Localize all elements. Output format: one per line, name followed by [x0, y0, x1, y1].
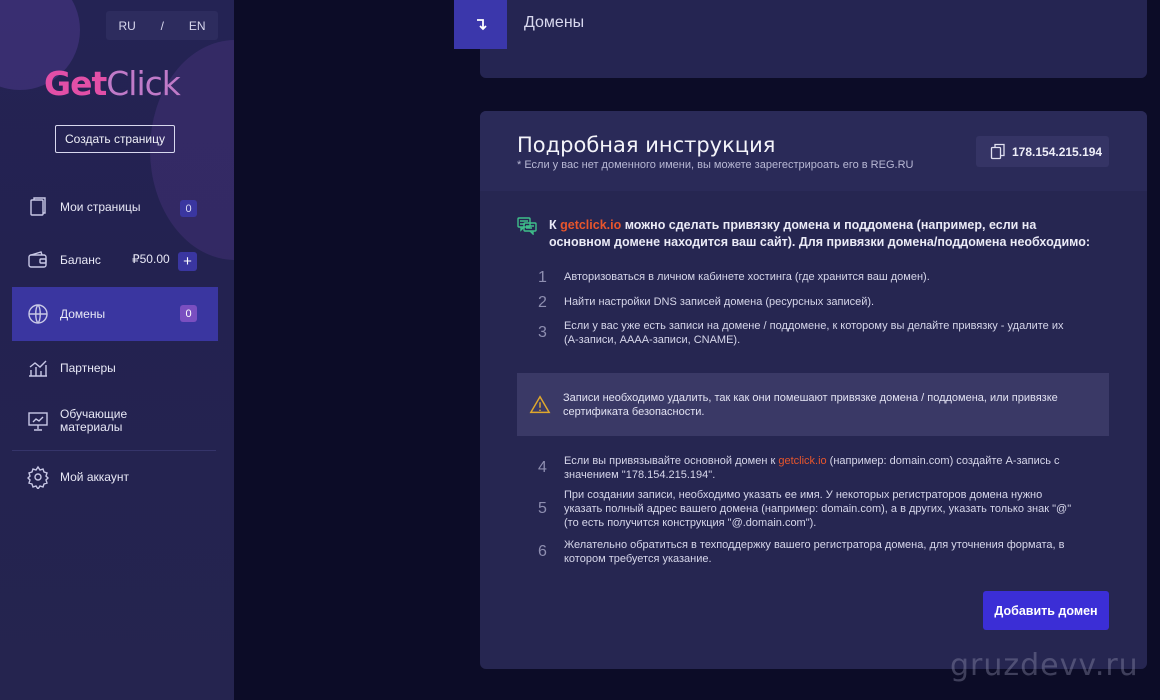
- sidebar-item-label: Партнеры: [60, 360, 116, 375]
- step-number: 5: [538, 500, 547, 517]
- sidebar-item-label: Домены: [60, 306, 106, 321]
- warning-box: Записи необходимо удалить, так как они п…: [517, 373, 1109, 436]
- add-balance-button[interactable]: +: [178, 252, 197, 271]
- step-text: Если у вас уже есть записи на домене / п…: [564, 320, 1064, 346]
- copy-icon: [990, 143, 1005, 160]
- lang-en-button[interactable]: EN: [189, 19, 206, 33]
- instruction-step: 5 При создании записи, необходимо указат…: [538, 488, 1078, 530]
- sidebar-item-domains[interactable]: Домены 0: [12, 287, 218, 341]
- intro-text: К getclick.io можно сделать привязку дом…: [517, 217, 1097, 251]
- getclick-link[interactable]: getclick.io: [560, 218, 621, 232]
- sidebar-item-label: Обучающие материалы: [60, 407, 128, 434]
- step-number: 4: [538, 459, 547, 476]
- globe-icon: [28, 304, 48, 324]
- chat-icon: [517, 217, 537, 235]
- step-text: Авторизоваться в личном кабинете хостинг…: [564, 271, 930, 283]
- pages-icon: [30, 197, 46, 216]
- domains-count-badge: 0: [180, 305, 197, 322]
- page-title: Домены: [524, 14, 585, 31]
- card-title: Подробная инструкция: [517, 133, 776, 157]
- watermark: gruzdevv.ru: [950, 648, 1139, 683]
- partners-chart-icon: [29, 360, 47, 377]
- gear-icon: [27, 465, 49, 489]
- turn-down-arrow-icon: [476, 18, 487, 30]
- domains-header: Домены: [454, 0, 1147, 49]
- instruction-step: 6 Желательно обратиться в техподдержку в…: [538, 538, 1078, 566]
- sidebar: RU / EN Get Click Создать страницу Мои с…: [0, 0, 234, 700]
- step-number: 1: [538, 269, 547, 286]
- sidebar-item-partners[interactable]: Партнеры: [12, 341, 218, 395]
- lang-ru-button[interactable]: RU: [118, 19, 135, 33]
- balance-amount: ₽50.00: [132, 252, 170, 266]
- step-text: Найти настройки DNS записей домена (ресу…: [564, 296, 875, 308]
- copy-ip-button[interactable]: 178.154.215.194: [976, 136, 1109, 167]
- instruction-step: 3 Если у вас уже есть записи на домене /…: [538, 319, 1078, 347]
- sidebar-item-account[interactable]: Мой аккаунт: [12, 450, 218, 504]
- header-panel-bottom: [480, 49, 1147, 78]
- intro-paragraph: К getclick.io можно сделать привязку дом…: [549, 218, 1091, 249]
- step-number: 3: [538, 324, 547, 341]
- lang-separator: /: [160, 18, 164, 33]
- language-switcher: RU / EN: [106, 11, 218, 40]
- sidebar-item-label: Баланс: [60, 252, 101, 267]
- sidebar-item-learning[interactable]: Обучающие материалы: [12, 394, 218, 448]
- warning-icon: [529, 394, 551, 413]
- getclick-link[interactable]: getclick.io: [778, 455, 826, 467]
- presentation-icon: [28, 412, 48, 431]
- pages-count-badge: 0: [180, 200, 197, 217]
- warning-text: Записи необходимо удалить, так как они п…: [563, 391, 1058, 418]
- card-subtitle: * Если у вас нет доменного имени, вы мож…: [517, 159, 914, 171]
- logo-click: Click: [106, 64, 181, 103]
- sidebar-item-label: Мои страницы: [60, 199, 141, 214]
- step-number: 6: [538, 543, 547, 560]
- sidebar-item-my-pages[interactable]: Мои страницы 0: [12, 180, 218, 234]
- header-icon-tab[interactable]: [454, 0, 507, 49]
- sidebar-item-label: Мой аккаунт: [60, 469, 129, 484]
- create-page-button[interactable]: Создать страницу: [55, 125, 175, 153]
- instruction-step: 1 Авторизоваться в личном кабинете хости…: [538, 270, 1078, 286]
- step-number: 2: [538, 294, 547, 311]
- instruction-step: 2 Найти настройки DNS записей домена (ре…: [538, 295, 1078, 311]
- sidebar-item-balance[interactable]: Баланс ₽50.00 +: [12, 233, 218, 287]
- step-text: Желательно обратиться в техподдержку ваш…: [564, 539, 1065, 565]
- logo[interactable]: Get Click: [44, 64, 181, 104]
- step-text: Если вы привязывайте основной домен к ge…: [564, 455, 1060, 481]
- wallet-icon: [28, 251, 47, 268]
- server-ip: 178.154.215.194: [1012, 144, 1103, 159]
- logo-get: Get: [44, 64, 107, 103]
- add-domain-button[interactable]: Добавить домен: [983, 591, 1109, 630]
- step-text: При создании записи, необходимо указать …: [564, 489, 1072, 529]
- instruction-card: Подробная инструкция * Если у вас нет до…: [480, 111, 1147, 669]
- instruction-step: 4 Если вы привязывайте основной домен к …: [538, 454, 1078, 482]
